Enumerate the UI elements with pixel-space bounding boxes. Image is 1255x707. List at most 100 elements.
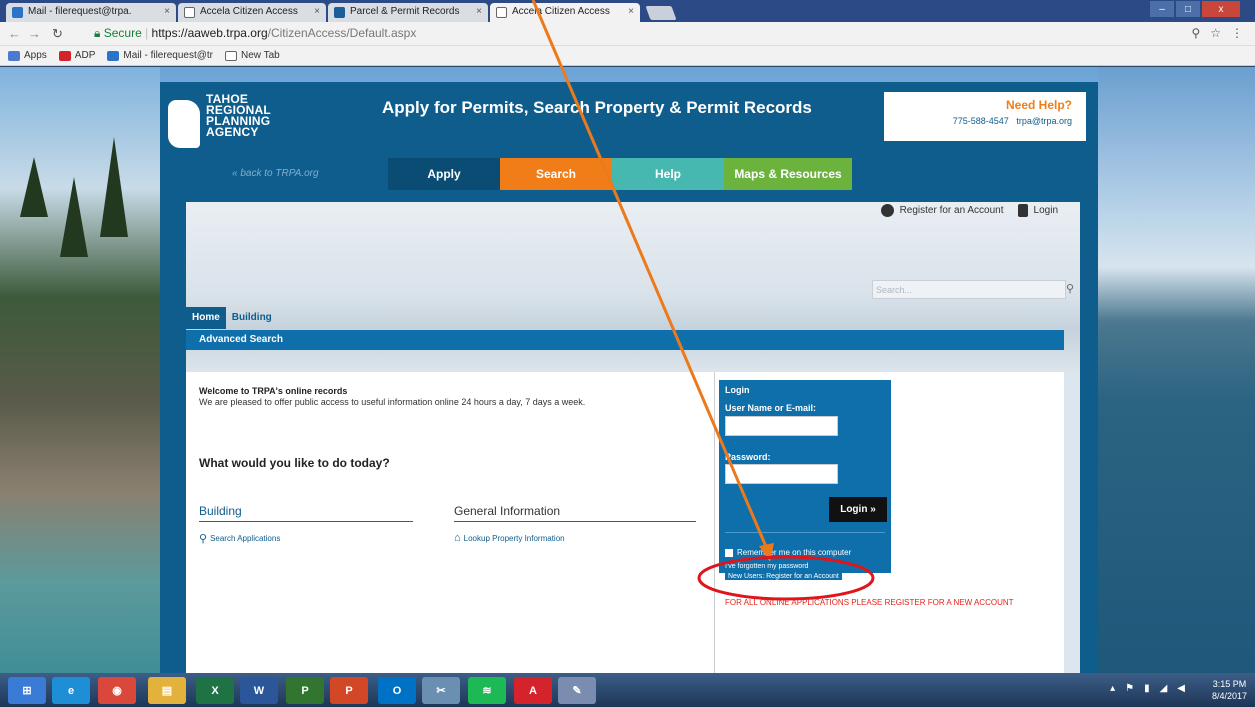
- tab-mail[interactable]: Mail - filerequest@trpa. ×: [6, 3, 176, 22]
- close-icon[interactable]: ×: [164, 6, 170, 17]
- clock-time: 3:15 PM: [1212, 679, 1247, 689]
- tab-home[interactable]: Home: [186, 307, 226, 329]
- bookmark-apps[interactable]: Apps: [8, 50, 47, 61]
- remember-checkbox[interactable]: [725, 548, 733, 557]
- help-email[interactable]: trpa@trpa.org: [1016, 116, 1072, 126]
- tab-label: Mail - filerequest@trpa.: [28, 6, 132, 17]
- remember-me[interactable]: Remember me on this computer: [725, 548, 851, 557]
- tree-decoration: [20, 157, 48, 217]
- page-icon: [496, 7, 507, 18]
- tree-decoration: [60, 177, 88, 257]
- bookmark-label: ADP: [74, 50, 96, 61]
- login-link[interactable]: Login: [1034, 205, 1058, 216]
- tab-building[interactable]: Building: [226, 307, 278, 329]
- close-icon[interactable]: ×: [314, 6, 320, 17]
- lookup-property-link[interactable]: ⌂ Lookup Property Information: [454, 532, 565, 544]
- forgot-password-link[interactable]: I've forgotten my password: [725, 563, 808, 570]
- taskbar-ie-icon[interactable]: e: [52, 677, 90, 704]
- taskbar-powerpoint-icon[interactable]: P: [330, 677, 368, 704]
- tab-search[interactable]: Search: [500, 158, 612, 190]
- zoom-icon[interactable]: ⚲: [1191, 26, 1200, 40]
- url-path: /CitizenAccess/Default.aspx: [267, 26, 417, 40]
- bookmark-mail[interactable]: Mail - filerequest@tr: [107, 50, 213, 61]
- taskbar-paint-icon[interactable]: ✎: [558, 677, 596, 704]
- trpa-page: TAHOE REGIONAL PLANNING AGENCY « back to…: [160, 82, 1098, 673]
- taskbar-explorer-icon[interactable]: ▤: [148, 677, 186, 704]
- registration-notice: FOR ALL ONLINE APPLICATIONS PLEASE REGIS…: [725, 598, 1014, 607]
- tab-help[interactable]: Help: [612, 158, 724, 190]
- back-to-trpa-link[interactable]: « back to TRPA.org: [232, 168, 319, 179]
- browser-actions: ⚲ ☆ ⋮: [1191, 26, 1243, 40]
- login-title: Login: [725, 385, 750, 395]
- question-heading: What would you like to do today?: [199, 456, 390, 470]
- help-phone: 775-588-4547: [952, 116, 1009, 126]
- bookmark-adp[interactable]: ADP: [58, 50, 96, 61]
- trpa-logo[interactable]: TAHOE REGIONAL PLANNING AGENCY: [168, 92, 313, 154]
- outlook-icon: [107, 50, 120, 61]
- taskbar-project-icon[interactable]: P: [286, 677, 324, 704]
- secure-label: Secure: [103, 26, 142, 40]
- star-icon[interactable]: ☆: [1210, 26, 1221, 40]
- search-icon[interactable]: ⚲: [1066, 282, 1074, 295]
- divider: [725, 532, 885, 533]
- taskbar-start-icon[interactable]: ⊞: [8, 677, 46, 704]
- taskbar-word-icon[interactable]: W: [240, 677, 278, 704]
- close-icon[interactable]: ×: [628, 6, 634, 17]
- signal-icon[interactable]: ◢: [1160, 683, 1168, 694]
- bookmark-label: New Tab: [240, 50, 280, 61]
- taskbar-chrome-icon[interactable]: ◉: [98, 677, 136, 704]
- taskbar-spotify-icon[interactable]: ≋: [468, 677, 506, 704]
- clock[interactable]: 3:15 PM 8/4/2017: [1212, 678, 1247, 702]
- new-tab-button[interactable]: [645, 6, 677, 20]
- tab-maps-resources[interactable]: Maps & Resources: [724, 158, 852, 190]
- right-scenery: [1098, 67, 1255, 673]
- welcome-text: We are pleased to offer public access to…: [199, 397, 586, 407]
- username-field[interactable]: [725, 416, 838, 436]
- tab-accela-1[interactable]: Accela Citizen Access ×: [178, 3, 326, 22]
- taskbar-acrobat-icon[interactable]: A: [514, 677, 552, 704]
- system-tray: ▴ ⚑ ▮ ◢ ◀: [1110, 683, 1185, 694]
- url-field[interactable]: 🔒︎ Secure | https://aaweb.trpa.org/Citiz…: [94, 25, 416, 42]
- maximize-button[interactable]: □: [1175, 0, 1201, 18]
- page-title: Apply for Permits, Search Property & Per…: [382, 98, 812, 117]
- search-input[interactable]: Search...: [872, 280, 1066, 299]
- tab-apply[interactable]: Apply: [388, 158, 500, 190]
- tab-label: Accela Citizen Access: [200, 6, 298, 17]
- username-label: User Name or E-mail:: [725, 403, 817, 413]
- taskbar-excel-icon[interactable]: X: [196, 677, 234, 704]
- up-arrow-icon[interactable]: ▴: [1110, 683, 1115, 694]
- flag-icon[interactable]: ⚑: [1125, 683, 1134, 694]
- column-divider: [714, 372, 715, 673]
- search-applications-link[interactable]: ⚲ Search Applications: [199, 532, 280, 545]
- url-host: https://aaweb.trpa.org: [151, 26, 268, 40]
- tree-decoration: [100, 137, 128, 237]
- new-users-register-link[interactable]: New Users: Register for an Account: [725, 573, 842, 580]
- module-tabs: Home Building: [186, 307, 278, 329]
- advanced-search-link[interactable]: Advanced Search: [186, 330, 1064, 350]
- login-button[interactable]: Login »: [829, 497, 887, 522]
- close-window-button[interactable]: x: [1201, 0, 1241, 18]
- login-box: Login User Name or E-mail: Password: Log…: [719, 380, 891, 573]
- close-icon[interactable]: ×: [476, 6, 482, 17]
- tab-accela-active[interactable]: Accela Citizen Access ×: [490, 3, 640, 22]
- menu-icon[interactable]: ⋮: [1231, 26, 1243, 40]
- help-box: Need Help? 775-588-4547 trpa@trpa.org: [884, 92, 1086, 141]
- network-icon[interactable]: ▮: [1144, 683, 1150, 694]
- bookmark-newtab[interactable]: New Tab: [224, 50, 280, 61]
- password-field[interactable]: [725, 464, 838, 484]
- forward-arrow-icon[interactable]: →: [28, 26, 41, 41]
- minimize-button[interactable]: –: [1149, 0, 1175, 18]
- taskbar-outlook-icon[interactable]: O: [378, 677, 416, 704]
- page-icon: [224, 50, 237, 61]
- main-nav: Apply Search Help Maps & Resources: [388, 158, 852, 190]
- taskbar-snipping-icon[interactable]: ✂: [422, 677, 460, 704]
- register-link[interactable]: Register for an Account: [900, 205, 1004, 216]
- outlook-icon: [12, 7, 23, 18]
- back-arrow-icon[interactable]: ←: [8, 26, 21, 41]
- volume-icon[interactable]: ◀: [1177, 683, 1185, 694]
- general-info-heading: General Information: [454, 504, 696, 522]
- reload-icon[interactable]: ↻: [52, 26, 63, 42]
- home-panel: Welcome to TRPA's online records We are …: [186, 372, 1064, 673]
- tab-parcel[interactable]: Parcel & Permit Records ×: [328, 3, 488, 22]
- windows-taskbar: ⊞ e ◉ ▤ X W P P O ✂ ≋ A ✎ ▴ ⚑ ▮ ◢ ◀ 3:15 PM 8/4/2017: [0, 673, 1255, 707]
